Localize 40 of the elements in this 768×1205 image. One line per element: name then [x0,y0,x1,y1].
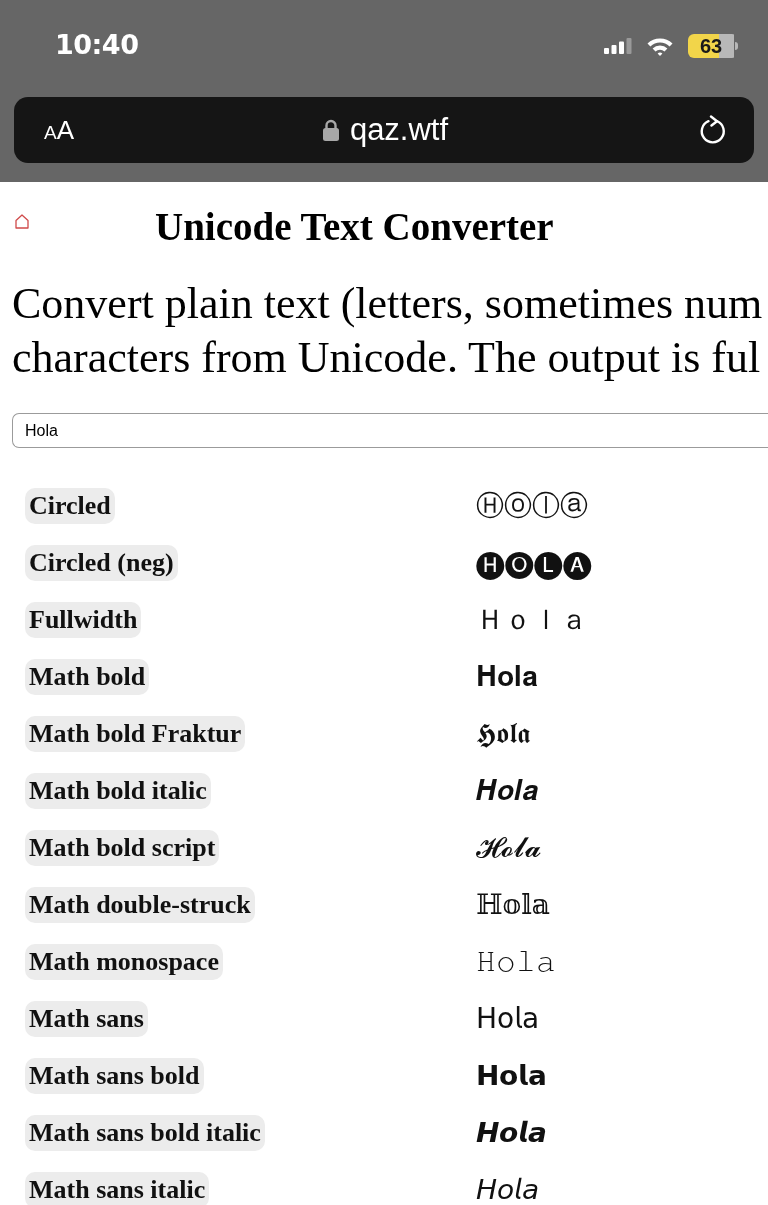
page-title: Unicode Text Converter [155,207,554,246]
text-size-button[interactable]: AA [44,117,75,143]
style-label: Math bold [25,658,150,695]
style-label: Math bold script [25,829,220,866]
converted-text: 𝐇𝐨𝐥𝐚 [476,658,538,695]
converted-text: 𝘏𝘰𝘭𝘢 [476,1171,539,1205]
style-label: Math bold italic [25,772,211,809]
address-bar[interactable]: AA qaz.wtf [14,97,754,163]
converted-text: 𝖧𝗈𝗅𝖺 [476,1000,540,1037]
converted-text: Ⓗⓞⓛⓐ [476,487,588,524]
converted-text: 𝓗𝓸𝓵𝓪 [476,829,541,866]
converted-text: ℍ𝕠𝕝𝕒 [476,886,550,923]
converted-text: 𝗛𝗼𝗹𝗮 [476,1057,547,1094]
converted-text: Ｈｏｌａ [476,601,588,638]
status-time: 10:40 [55,28,139,63]
text-input[interactable]: Hola [12,413,768,448]
url-text[interactable]: qaz.wtf [349,113,449,147]
converted-text: 𝑯𝒐𝒍𝒂 [476,772,538,809]
style-label: Math monospace [25,943,223,980]
style-label: Math sans bold [25,1057,204,1094]
converted-text: 𝕳𝖔𝖑𝖆 [476,715,530,752]
lock-icon [322,119,339,141]
converted-text: 𝙷𝚘𝚕𝚊 [476,943,556,980]
converted-text: 🅗🅞🅛🅐 [476,544,592,582]
style-label: Circled [25,487,115,524]
style-label: Math bold Fraktur [25,715,246,752]
reload-icon[interactable] [699,115,727,145]
style-label: Circled (neg) [25,544,178,581]
style-label: Math sans [25,1000,148,1037]
converted-text: 𝙃𝙤𝙡𝙖 [476,1114,547,1151]
signal-icon [604,37,632,54]
intro-text: Convert plain text (letters, sometimes num [12,278,764,330]
home-icon[interactable] [15,214,29,229]
wifi-icon [646,35,674,56]
style-label: Math sans bold italic [25,1114,265,1151]
battery-indicator: 63 [688,33,738,58]
style-label: Math sans italic [25,1171,210,1205]
style-label: Fullwidth [25,601,142,638]
style-label: Math double-struck [25,886,255,923]
intro-text: characters from Unicode. The output is ful [12,332,762,384]
